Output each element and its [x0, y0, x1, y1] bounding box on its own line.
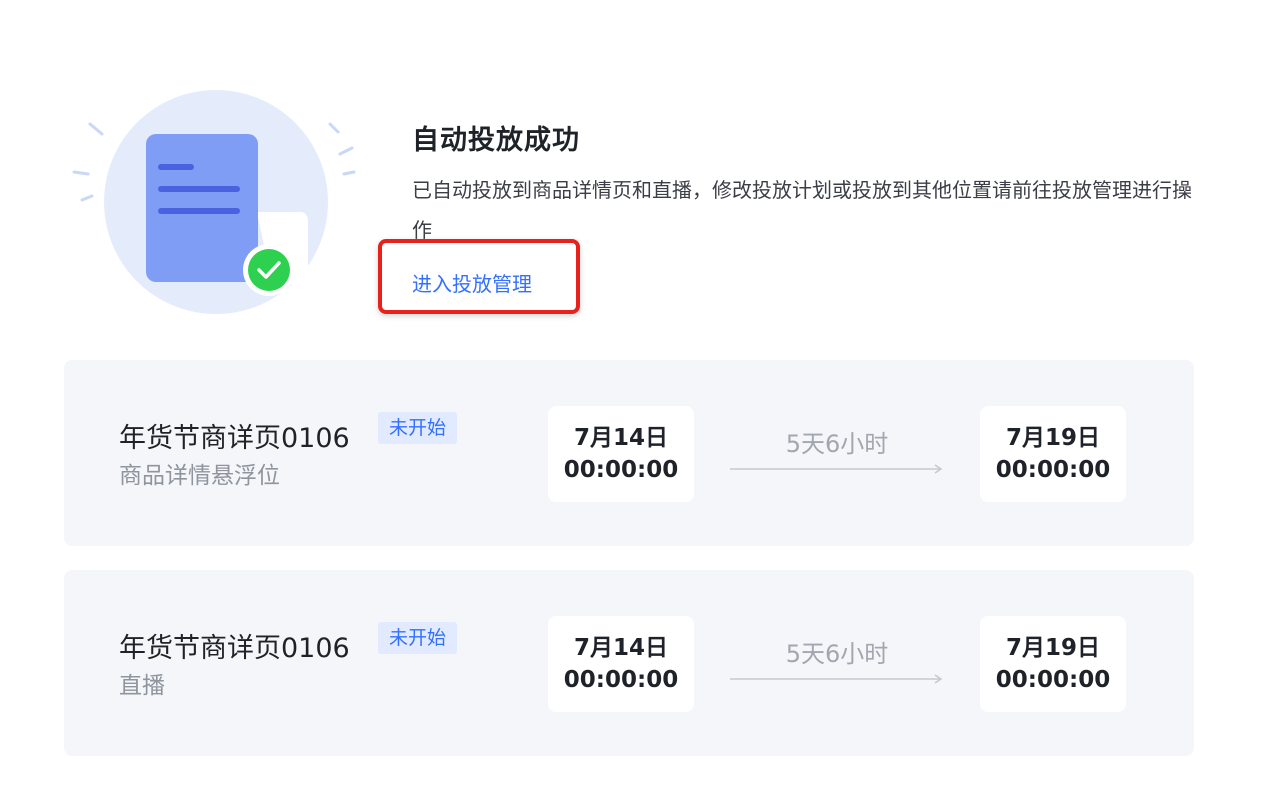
check-circle-icon	[243, 244, 295, 296]
sparkle-lines-right	[328, 122, 356, 176]
sparkle-lines-left	[72, 122, 104, 202]
success-description: 已自动投放到商品详情页和直播，修改投放计划或投放到其他位置请前往投放管理进行操作	[412, 178, 1192, 242]
status-badge: 未开始	[378, 412, 458, 444]
end-date-box: 7月19日 00:00:00	[980, 616, 1126, 712]
start-date: 7月14日	[573, 425, 668, 451]
enter-placement-management-link[interactable]: 进入投放管理	[412, 268, 532, 297]
end-time: 00:00:00	[995, 457, 1111, 483]
arrow-right-icon	[730, 674, 943, 684]
start-date: 7月14日	[573, 635, 668, 661]
placement-name: 年货节商详页0106	[119, 423, 350, 454]
placement-position: 直播	[119, 673, 165, 699]
duration-label: 5天6小时	[785, 430, 889, 458]
arrow-right-icon	[730, 464, 943, 474]
status-badge: 未开始	[378, 622, 458, 654]
end-date-box: 7月19日 00:00:00	[980, 406, 1126, 502]
end-date: 7月19日	[1005, 425, 1100, 451]
start-date-box: 7月14日 00:00:00	[548, 616, 694, 712]
end-date: 7月19日	[1005, 635, 1100, 661]
placement-card: 年货节商详页0106 未开始 商品详情悬浮位 7月14日 00:00:00 5天…	[64, 360, 1194, 546]
success-title: 自动投放成功	[412, 125, 580, 156]
end-time: 00:00:00	[995, 667, 1111, 693]
placement-name: 年货节商详页0106	[119, 633, 350, 664]
start-time: 00:00:00	[563, 667, 679, 693]
placement-card: 年货节商详页0106 未开始 直播 7月14日 00:00:00 5天6小时 7…	[64, 570, 1194, 756]
start-date-box: 7月14日 00:00:00	[548, 406, 694, 502]
document-success-illustration	[72, 90, 356, 314]
duration-label: 5天6小时	[785, 640, 889, 668]
start-time: 00:00:00	[563, 457, 679, 483]
placement-position: 商品详情悬浮位	[119, 463, 280, 489]
